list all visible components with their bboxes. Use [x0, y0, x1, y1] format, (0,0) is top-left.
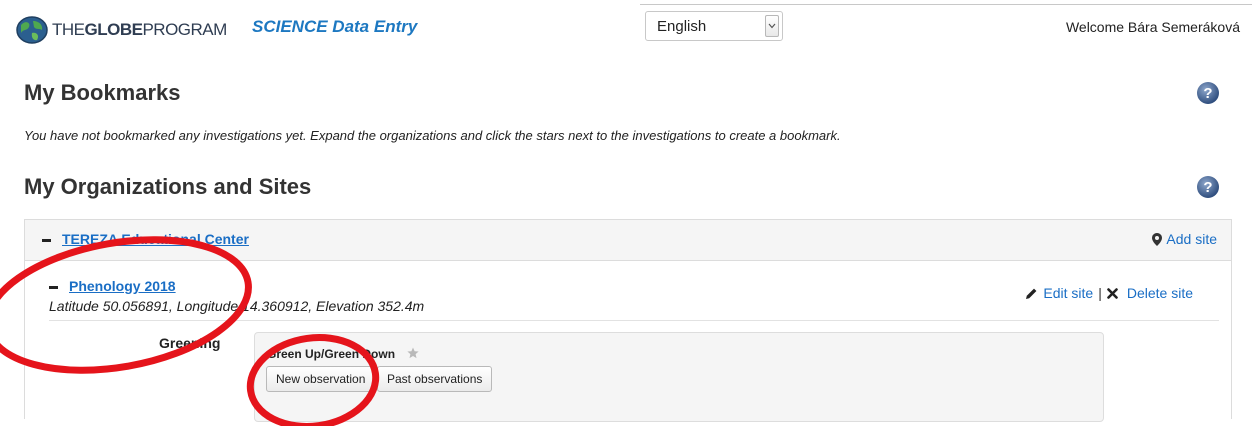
site-divider: [49, 320, 1219, 321]
add-site-label: Add site: [1166, 231, 1217, 247]
header-divider: [640, 4, 1252, 5]
pencil-icon: [1026, 288, 1037, 299]
actions-separator: |: [1098, 285, 1102, 301]
logo-text-the: THE: [52, 20, 85, 39]
star-icon[interactable]: [407, 347, 419, 359]
organizations-title: My Organizations and Sites: [24, 174, 312, 199]
edit-site-link[interactable]: Edit site: [1043, 285, 1093, 301]
organization-link[interactable]: TEREZA Educational Center: [62, 231, 249, 247]
protocol-label: Greening: [159, 335, 221, 351]
language-select[interactable]: English: [645, 11, 783, 41]
delete-site-link[interactable]: Delete site: [1127, 285, 1193, 301]
investigation-title: Green Up/Green Down: [267, 347, 396, 361]
new-observation-button[interactable]: New observation: [266, 366, 376, 392]
map-marker-icon: [1152, 232, 1163, 246]
site-actions: Edit site | Delete site: [1025, 285, 1193, 301]
welcome-user-text: Welcome Bára Semeráková: [1065, 19, 1240, 35]
globe-program-logo[interactable]: THE GLOBE PROGRAM: [15, 14, 227, 46]
help-icon[interactable]: ?: [1196, 175, 1220, 199]
svg-text:?: ?: [1203, 85, 1212, 102]
language-dropdown-toggle[interactable]: [765, 15, 779, 37]
organization-header: TEREZA Educational Center Add site: [25, 220, 1231, 261]
organization-panel: TEREZA Educational Center Add site Pheno…: [24, 219, 1232, 422]
investigation-box: Green Up/Green Down New observation Past…: [254, 332, 1104, 422]
app-title: SCIENCE Data Entry: [252, 17, 418, 36]
chevron-down-icon: [768, 23, 776, 29]
svg-text:?: ?: [1203, 179, 1212, 196]
logo-text-globe: GLOBE: [84, 20, 143, 39]
site-link[interactable]: Phenology 2018: [69, 278, 176, 294]
bookmarks-empty-note: You have not bookmarked any investigatio…: [24, 128, 841, 143]
times-icon: [1107, 287, 1118, 299]
past-observations-button[interactable]: Past observations: [377, 366, 493, 392]
language-selected-value: English: [657, 18, 707, 35]
logo-text-program: PROGRAM: [142, 20, 227, 39]
site-location-info: Latitude 50.056891, Longitude 14.360912,…: [49, 298, 425, 314]
add-site-link[interactable]: Add site: [1152, 231, 1217, 247]
bookmarks-title: My Bookmarks: [24, 80, 181, 105]
minus-icon[interactable]: [49, 286, 58, 289]
help-icon[interactable]: ?: [1196, 81, 1220, 105]
minus-icon[interactable]: [42, 239, 51, 242]
header: THE GLOBE PROGRAM SCIENCE Data Entry Engli…: [0, 0, 1252, 58]
globe-logo-icon: [16, 16, 48, 44]
